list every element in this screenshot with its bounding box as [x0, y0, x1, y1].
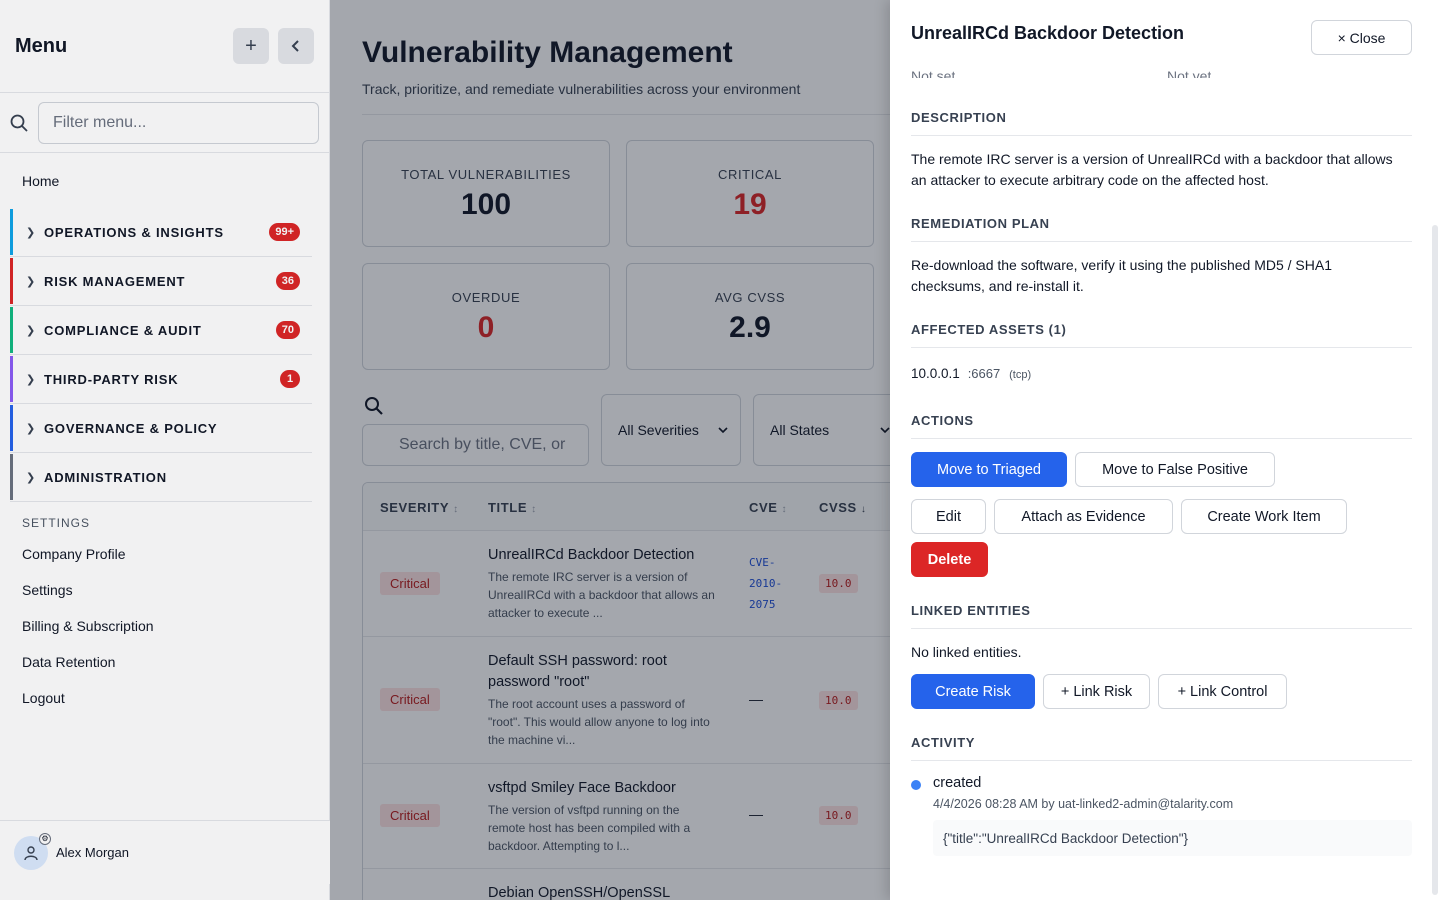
remediation-text: Re-download the software, verify it usin… — [911, 257, 1332, 294]
asset-entry: 10.0.0.1 :6667 (tcp) — [911, 363, 1401, 386]
link-risk-button[interactable]: + Link Risk — [1043, 674, 1150, 709]
activity-meta: 4/4/2026 08:28 AM by uat-linked2-admin@t… — [933, 797, 1234, 811]
sidebar-overlay — [0, 0, 330, 900]
linked-entities-heading: LINKED ENTITIES — [911, 603, 1412, 629]
attach-as-evidence-button[interactable]: Attach as Evidence — [994, 499, 1173, 534]
actions-heading: ACTIONS — [911, 413, 1412, 439]
activity-heading: ACTIVITY — [911, 735, 1412, 761]
description-text: The remote IRC server is a version of Un… — [911, 151, 1393, 188]
create-risk-button[interactable]: Create Risk — [911, 674, 1035, 709]
activity-event: created — [933, 775, 982, 791]
sidebar: Menu + Home ❯OPERATIONS & INSIGHTS99+❯RI… — [0, 0, 330, 900]
create-work-item-button[interactable]: Create Work Item — [1181, 499, 1347, 534]
truncated-field-value: Not set — [911, 68, 956, 78]
activity-dot-icon — [911, 780, 921, 790]
close-button[interactable]: × Close — [1311, 20, 1412, 55]
edit-button[interactable]: Edit — [911, 499, 986, 534]
linked-entities-empty: No linked entities. — [911, 644, 1022, 660]
truncated-field-value: Not yet — [1167, 68, 1212, 78]
move-to-false-positive-button[interactable]: Move to False Positive — [1075, 452, 1275, 487]
panel-scrollbar[interactable] — [1432, 225, 1438, 895]
link-control-button[interactable]: + Link Control — [1158, 674, 1287, 709]
delete-button[interactable]: Delete — [911, 542, 988, 577]
asset-protocol: (tcp) — [1009, 369, 1032, 381]
activity-payload: {"title":"UnrealIRCd Backdoor Detection"… — [933, 820, 1412, 856]
affected-assets-heading: AFFECTED ASSETS (1) — [911, 322, 1412, 348]
asset-port: :6667 — [967, 366, 1001, 381]
description-heading: DESCRIPTION — [911, 110, 1412, 136]
asset-ip: 10.0.0.1 — [911, 366, 960, 381]
move-to-triaged-button[interactable]: Move to Triaged — [911, 452, 1067, 487]
remediation-heading: REMEDIATION PLAN — [911, 216, 1412, 242]
vulnerability-detail-panel: Not set Not yet UnrealIRCd Backdoor Dete… — [890, 0, 1440, 900]
modal-backdrop[interactable] — [330, 0, 890, 900]
panel-title: UnrealIRCd Backdoor Detection — [911, 23, 1185, 43]
